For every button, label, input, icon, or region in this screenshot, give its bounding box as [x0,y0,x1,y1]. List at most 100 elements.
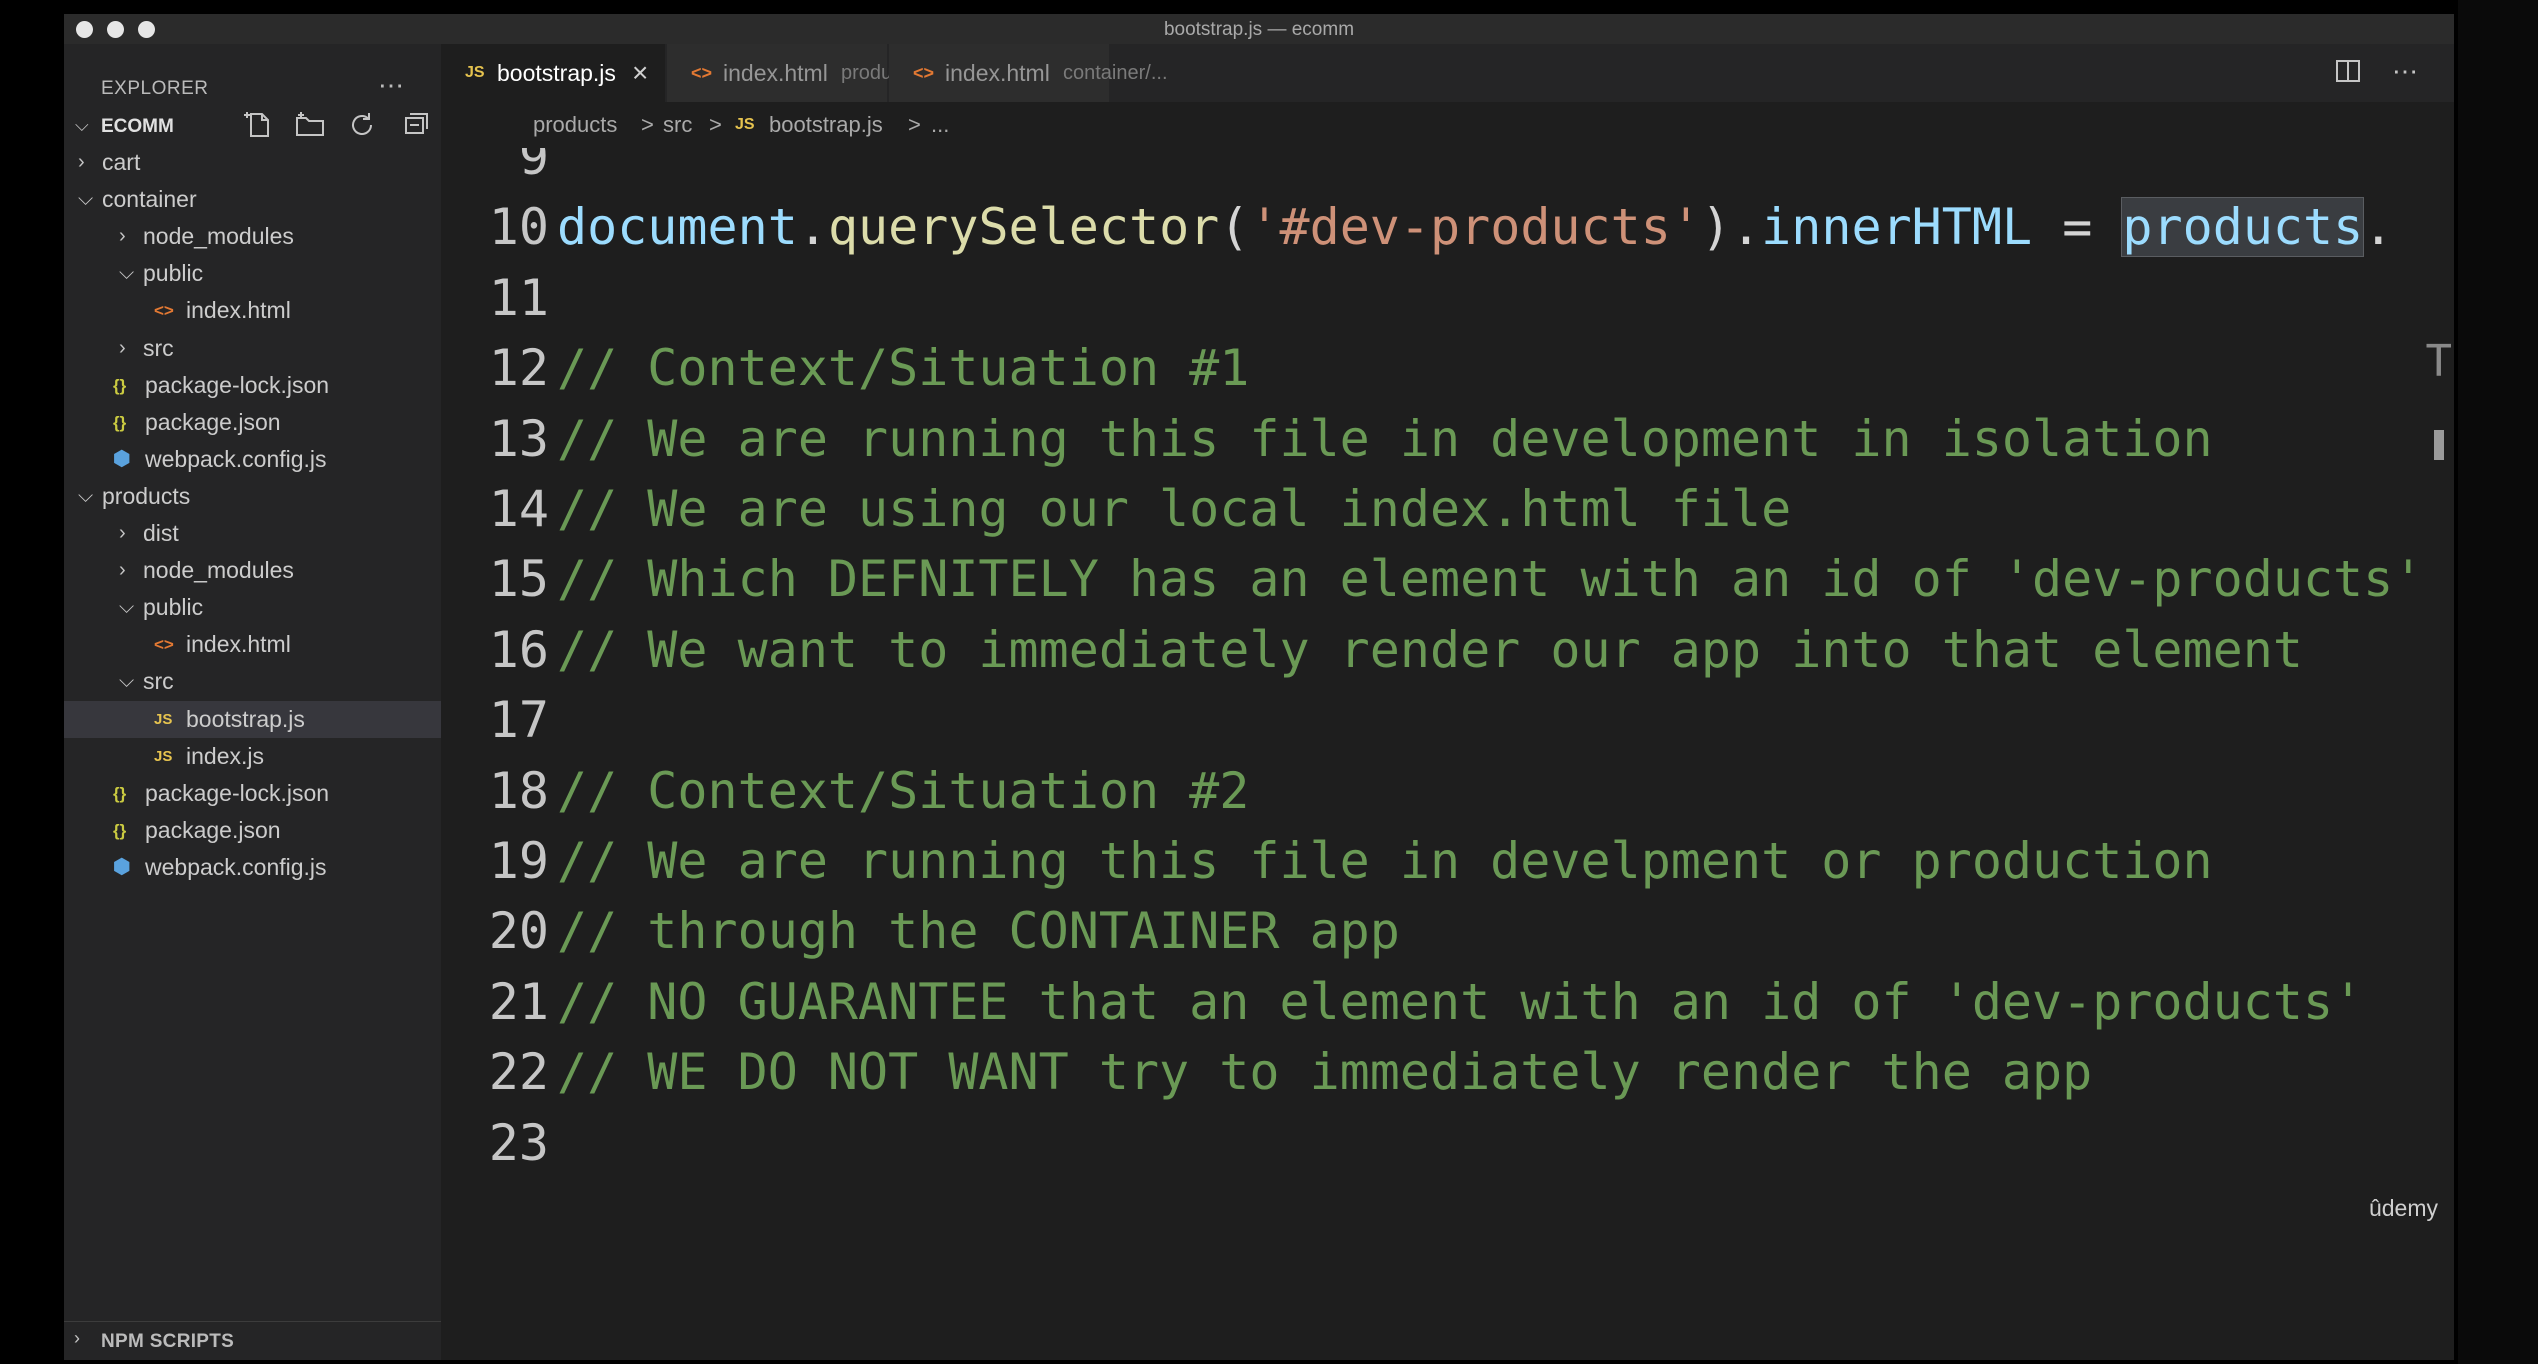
chevron-right-icon: › [119,225,126,248]
explorer-sidebar: EXPLORER ⋯ ⌵ ECOMM › cart ⌵ container › … [64,44,441,1360]
code-line: 10 document.querySelector('#dev-products'… [441,192,2454,262]
tree-folder[interactable]: › src [64,330,441,367]
line-number: 18 [488,761,549,820]
tree-item-label: bootstrap.js [186,705,305,732]
udemy-watermark: ûdemy [2368,1195,2438,1221]
html-file-icon: <> [691,63,713,83]
npm-scripts-label: NPM SCRIPTS [101,1331,235,1352]
refresh-icon[interactable] [345,108,379,142]
chevron-down-icon: ⌵ [119,262,135,285]
tab-label: index.html [723,60,828,86]
tree-folder[interactable]: › node_modules [64,552,441,589]
tree-item-label: container [102,186,197,213]
title-bar: bootstrap.js — ecomm [64,14,2454,45]
code-text: // NO GUARANTEE that an element with an … [557,967,2363,1037]
code-token: products [2121,197,2365,258]
tree-file[interactable]: {} package.json [64,404,441,441]
tree-file[interactable]: {} package.json [64,812,441,849]
code-line: 12// Context/Situation #1 [441,333,2454,403]
tab-label: bootstrap.js [497,60,616,86]
tree-item-label: package-lock.json [145,779,330,806]
code-line: 16// We want to immediately render our a… [441,615,2454,685]
tree-file[interactable]: {} package-lock.json [64,775,441,812]
html-file-icon: <> [154,301,174,321]
npm-scripts-section[interactable]: › NPM SCRIPTS [64,1321,441,1360]
new-folder-icon[interactable] [293,108,327,142]
chevron-right-icon: › [119,336,126,359]
code-token: // We are running this file in develpmen… [557,832,2213,890]
line-number: 17 [488,691,549,750]
code-token: // Context/Situation #1 [557,339,1250,398]
code-token: // Context/Situation #2 [557,761,1250,820]
line-number: 21 [488,972,549,1031]
code-line: 14// We are using our local index.html f… [441,474,2454,544]
tree-file[interactable]: <> index.html [64,292,441,329]
workspace-root-label: ECOMM [101,116,174,137]
code-editor[interactable]: 9 10 document.querySelector('#dev-products… [441,148,2454,1360]
line-number: 19 [488,832,549,890]
chevron-down-icon: ⌵ [75,115,89,135]
tab-bootstrap-js[interactable]: JS bootstrap.js × [441,44,666,102]
code-line: 9 [441,148,2454,192]
new-file-icon[interactable] [242,108,276,142]
breadcrumb-products[interactable]: products [533,102,617,148]
tree-folder[interactable]: › dist [64,515,441,552]
tree-item-label: node_modules [143,223,294,250]
tree-file[interactable]: ⬢ webpack.config.js [64,849,441,886]
collapse-all-icon[interactable] [397,108,431,142]
tree-item-label: public [143,260,204,287]
breadcrumb: products > src > JS bootstrap.js > ... [441,102,2454,148]
tree-item-label: node_modules [143,557,294,584]
tab-label: index.html [945,60,1050,86]
tree-folder[interactable]: ⌵ public [64,589,441,626]
tree-folder[interactable]: ⌵ src [64,663,441,700]
code-text: // We are running this file in develpmen… [557,826,2213,896]
tree-folder[interactable]: ⌵ products [64,478,441,515]
tree-file[interactable]: {} package-lock.json [64,367,441,404]
editor-more-icon[interactable]: ⋯ [2392,56,2418,87]
code-token: document [557,198,798,257]
breadcrumb-src[interactable]: src [663,102,692,148]
webpack-config-icon: ⬢ [113,855,131,878]
more-horizontal-icon[interactable]: ⋯ [378,70,404,101]
line-number: 10 [488,198,549,257]
tree-file[interactable]: ⬢ webpack.config.js [64,441,441,478]
explorer-header: EXPLORER [101,78,209,99]
tree-file[interactable]: JS bootstrap.js [64,700,441,738]
tree-folder[interactable]: › cart [64,144,441,181]
minimap-slider[interactable] [2434,430,2444,460]
close-tab-icon[interactable]: × [632,44,648,102]
line-number: 14 [488,480,549,538]
breadcrumb-symbol[interactable]: ... [931,102,949,148]
chevron-down-icon: ⌵ [78,188,94,211]
html-file-icon: <> [154,635,174,655]
window-title: bootstrap.js — ecomm [1163,19,1355,40]
tree-file[interactable]: <> index.html [64,626,441,663]
chevron-right-icon: › [119,522,126,544]
tab-index-html[interactable]: <>index.htmlproducts/... [667,44,940,102]
tab-description: container/... [1063,62,1168,84]
code-text: // WE DO NOT WANT try to immediately ren… [557,1037,2092,1107]
code-line: 15// Which DEFNITELY has an element with… [441,544,2454,614]
code-text: // We are using our local index.html fil… [557,474,1791,544]
code-text: // We want to immediately render our app… [557,615,2303,685]
breadcrumb-file[interactable]: bootstrap.js [769,102,883,148]
tree-file[interactable]: JS index.js [64,738,441,775]
code-token: ). [1700,198,1762,257]
workspace-root-ecomm[interactable]: ⌵ ECOMM [64,108,441,144]
line-number: 9 [518,148,549,186]
code-token: // NO GUARANTEE that an element with an … [557,972,2364,1031]
tree-folder[interactable]: › node_modules [64,218,441,255]
code-line: 21// NO GUARANTEE that an element with a… [441,967,2454,1037]
breadcrumb-separator: > [709,112,722,137]
tree-folder[interactable]: ⌵ container [64,181,441,218]
tree-folder[interactable]: ⌵ public [64,255,441,292]
tab-index-html[interactable]: <> index.html container/... [889,44,1168,102]
split-editor-icon[interactable] [2336,60,2360,82]
tree-item-label: package-lock.json [145,371,330,398]
minimap-glyph: T [2425,336,2453,387]
code-token: querySelector [827,198,1220,257]
code-text: // We are running this file in developme… [557,404,2213,474]
js-file-icon: JS [154,747,173,765]
line-number: 11 [488,268,549,327]
